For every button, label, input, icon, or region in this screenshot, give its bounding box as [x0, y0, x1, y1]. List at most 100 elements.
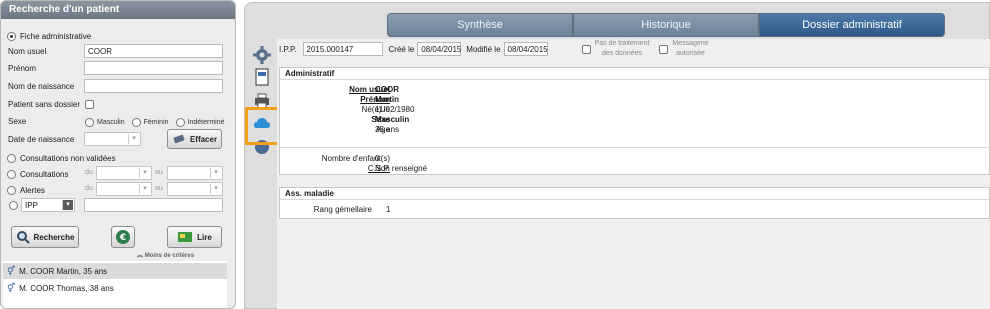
- chevron-down-icon[interactable]: ▾: [210, 168, 221, 178]
- alertes-du-picker[interactable]: ▾: [96, 182, 152, 196]
- euro-card-icon: €: [116, 230, 130, 244]
- result-row[interactable]: ⚥ M. COOR Martin, 35 ans: [3, 263, 227, 279]
- ass-maladie-title: Ass. maladie: [280, 188, 989, 200]
- effacer-button[interactable]: Effacer: [167, 129, 222, 149]
- nom-usuel-label: Nom usuel: [8, 47, 47, 56]
- ass-maladie-section: Ass. maladie Rang gémellaire 1: [279, 187, 990, 219]
- nee-val: 11/02/1980: [375, 105, 415, 114]
- sans-dossier-checkbox[interactable]: [85, 100, 94, 109]
- admin-content: I.P.P. 2015.000147 Créé le 08/04/2015 Mo…: [277, 39, 990, 309]
- fiche-admin-radio[interactable]: [7, 31, 16, 41]
- sexe-indetermine-radio[interactable]: [175, 117, 185, 127]
- consult-non-validees-option[interactable]: Consultations non validées: [7, 151, 116, 165]
- ipp-value[interactable]: 2015.000147: [302, 42, 383, 56]
- lire-button[interactable]: Lire: [167, 226, 222, 248]
- result-row[interactable]: ⚥ M. COOR Thomas, 38 ans: [3, 280, 227, 296]
- sexe-options: Masculin Féminin Indéterminé: [85, 115, 225, 129]
- tab-dossier-administratif[interactable]: Dossier administratif: [759, 13, 945, 37]
- consultations-du-picker[interactable]: ▾: [96, 166, 152, 180]
- recherche-button[interactable]: Recherche: [11, 226, 79, 248]
- messagerie-label: Messagerie autorisée: [672, 39, 708, 59]
- sexe-key: Sexe: [371, 115, 390, 124]
- tab-synthese[interactable]: Synthèse: [387, 13, 573, 37]
- selection-highlight: [245, 107, 281, 145]
- consult-non-validees-label: Consultations non validées: [20, 153, 116, 163]
- fiche-admin-label: Fiche administrative: [20, 31, 92, 41]
- modifie-label: Modifié le: [466, 44, 501, 54]
- date-naissance-label: Date de naissance: [8, 135, 75, 144]
- rang-val: 1: [386, 205, 391, 214]
- pas-traitement-line-1: Pas de traitement: [594, 40, 650, 47]
- eraser-icon: [173, 134, 185, 144]
- nee-key: Né(e) le: [361, 105, 390, 114]
- consultations-au-label: au: [155, 169, 163, 176]
- results-list: ⚥ M. COOR Martin, 35 ans ⚥ M. COOR Thoma…: [3, 261, 227, 308]
- alertes-radio[interactable]: [7, 185, 16, 195]
- patient-search-panel: Recherche d'un patient Fiche administrat…: [0, 0, 236, 309]
- consultations-label: Consultations: [20, 169, 69, 179]
- recherche-button-label: Recherche: [33, 232, 75, 242]
- document-icon[interactable]: [252, 67, 272, 87]
- alertes-du-label: du: [85, 185, 93, 192]
- chevron-down-icon[interactable]: ▾: [62, 200, 73, 210]
- carte-vitale-button[interactable]: €: [111, 226, 135, 248]
- csp-key: C.S.P.: [367, 164, 390, 173]
- moins-criteres-label: Moins de critères: [144, 253, 195, 259]
- ipp-select[interactable]: IPP ▾: [21, 198, 75, 212]
- age-key: Age: [375, 125, 390, 134]
- chevron-down-icon[interactable]: ▾: [139, 184, 150, 194]
- rang-key: Rang gémellaire: [313, 205, 372, 214]
- nom-usuel-val: COOR: [375, 85, 399, 94]
- pas-traitement-checkbox[interactable]: [581, 44, 591, 54]
- sans-dossier-label: Patient sans dossier: [8, 100, 81, 109]
- panel-title: Recherche d'un patient: [1, 1, 235, 19]
- messagerie-checkbox[interactable]: [659, 44, 669, 54]
- ipp-input[interactable]: [84, 198, 223, 212]
- sexe-feminin-radio[interactable]: [131, 117, 141, 127]
- sexe-masculin-label: Masculin: [97, 118, 125, 126]
- cree-value[interactable]: 08/04/2015: [417, 42, 461, 56]
- prenom-input[interactable]: [84, 61, 223, 75]
- record-header: I.P.P. 2015.000147 Créé le 08/04/2015 Mo…: [279, 39, 709, 59]
- modifie-value[interactable]: 08/04/2015: [503, 42, 548, 56]
- nom-usuel-key: Nom usuel: [349, 85, 390, 94]
- patient-record-panel: Synthèse Historique Dossier administrati…: [244, 2, 990, 309]
- alertes-option[interactable]: Alertes: [7, 183, 45, 197]
- prenom-label: Prénom: [8, 64, 37, 73]
- prenom-val: Martin: [375, 95, 399, 104]
- nom-naissance-input[interactable]: [84, 79, 223, 93]
- tab-bar: Synthèse Historique Dossier administrati…: [387, 13, 945, 37]
- moins-criteres-toggle[interactable]: ︽ Moins de critères: [137, 250, 194, 259]
- enfants-key: Nombre d'enfant(s): [321, 154, 390, 163]
- cree-label: Créé le: [388, 44, 415, 54]
- chevron-down-icon[interactable]: ▾: [210, 184, 221, 194]
- tab-historique[interactable]: Historique: [573, 13, 759, 37]
- nom-usuel-input[interactable]: COOR: [84, 44, 223, 58]
- consultations-au-picker[interactable]: ▾: [167, 166, 223, 180]
- alertes-au-picker[interactable]: ▾: [167, 182, 223, 196]
- consultations-option[interactable]: Consultations: [7, 167, 68, 181]
- consultations-radio[interactable]: [7, 169, 16, 179]
- gender-icon: ⚥: [7, 265, 16, 276]
- alertes-label: Alertes: [20, 185, 45, 195]
- result-row-label: M. COOR Martin, 35 ans: [19, 266, 108, 276]
- age-val: 35 ans: [375, 125, 400, 134]
- sexe-masculin-radio[interactable]: [85, 117, 94, 127]
- alertes-au-label: au: [155, 185, 163, 192]
- sexe-feminin-label: Féminin: [143, 118, 169, 126]
- administratif-section: Administratif Nom usuel COOR Prénom Mart…: [279, 67, 990, 175]
- search-icon: [16, 231, 30, 244]
- ipp-radio[interactable]: [9, 201, 18, 210]
- administratif-title: Administratif: [280, 68, 989, 80]
- gear-icon[interactable]: [252, 45, 272, 65]
- messagerie-line-2: autorisée: [676, 50, 705, 57]
- card-reader-icon: [178, 232, 193, 242]
- sexe-val: Masculin: [375, 115, 410, 124]
- date-naissance-picker[interactable]: ▾: [84, 132, 141, 146]
- chevron-down-icon[interactable]: ▾: [128, 134, 139, 144]
- fiche-admin-option[interactable]: Fiche administrative: [7, 29, 91, 43]
- consult-non-validees-radio[interactable]: [7, 153, 16, 163]
- chevron-down-icon[interactable]: ▾: [139, 168, 150, 178]
- pas-traitement-label: Pas de traitement des données: [595, 39, 650, 59]
- prenom-key: Prénom: [360, 95, 390, 104]
